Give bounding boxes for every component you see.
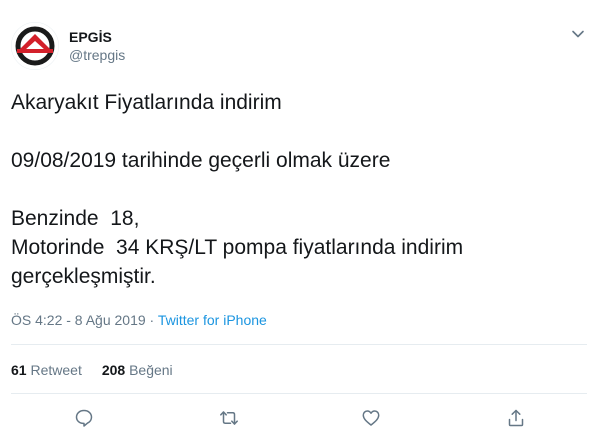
share-icon[interactable] (506, 408, 526, 428)
tweet-source-link[interactable]: Twitter for iPhone (158, 312, 267, 328)
meta-separator: · (145, 312, 158, 328)
chevron-down-icon[interactable] (570, 26, 586, 42)
tweet-line: Motorinde 34 KRŞ/LT pompa fiyatlarında i… (11, 236, 464, 259)
retweet-label: Retweet (30, 362, 82, 378)
like-count: 208 (101, 362, 126, 378)
like-stat[interactable]: 208 Beğeni (102, 362, 173, 378)
tweet-timestamp[interactable]: ÖS 4:22 - 8 Ağu 2019 (11, 312, 146, 328)
tweet-meta: ÖS 4:22 - 8 Ağu 2019 · Twitter for iPhon… (11, 312, 267, 328)
tweet-header: EPGİS @trepgis (11, 22, 125, 70)
like-label: Beğeni (129, 362, 173, 378)
divider (11, 393, 587, 394)
author-handle[interactable]: @trepgis (69, 46, 125, 64)
divider (11, 344, 587, 345)
retweet-stat[interactable]: 61 Retweet (11, 362, 82, 378)
tweet-text: Akaryakıt Fiyatlarında indirim 09/08/201… (11, 88, 581, 291)
tweet-line: gerçekleşmiştir. (11, 265, 156, 288)
avatar[interactable] (11, 22, 59, 70)
reply-icon[interactable] (74, 408, 94, 428)
tweet-stats: 61 Retweet 208 Beğeni (11, 362, 193, 378)
author-display-name[interactable]: EPGİS (69, 28, 125, 46)
tweet-card: EPGİS @trepgis Akaryakıt Fiyatlarında in… (0, 0, 598, 444)
tweet-line: Benzinde 18, (11, 207, 140, 230)
retweet-count: 61 (11, 362, 27, 378)
tweet-line (11, 175, 581, 204)
retweet-icon[interactable] (219, 408, 239, 428)
tweet-line: 09/08/2019 tarihinde geçerli olmak üzere (11, 149, 391, 172)
author-names: EPGİS @trepgis (69, 28, 125, 64)
tweet-line (11, 117, 581, 146)
heart-icon[interactable] (361, 408, 381, 428)
epgis-logo-icon (11, 22, 59, 70)
tweet-line: Akaryakıt Fiyatlarında indirim (11, 91, 282, 114)
